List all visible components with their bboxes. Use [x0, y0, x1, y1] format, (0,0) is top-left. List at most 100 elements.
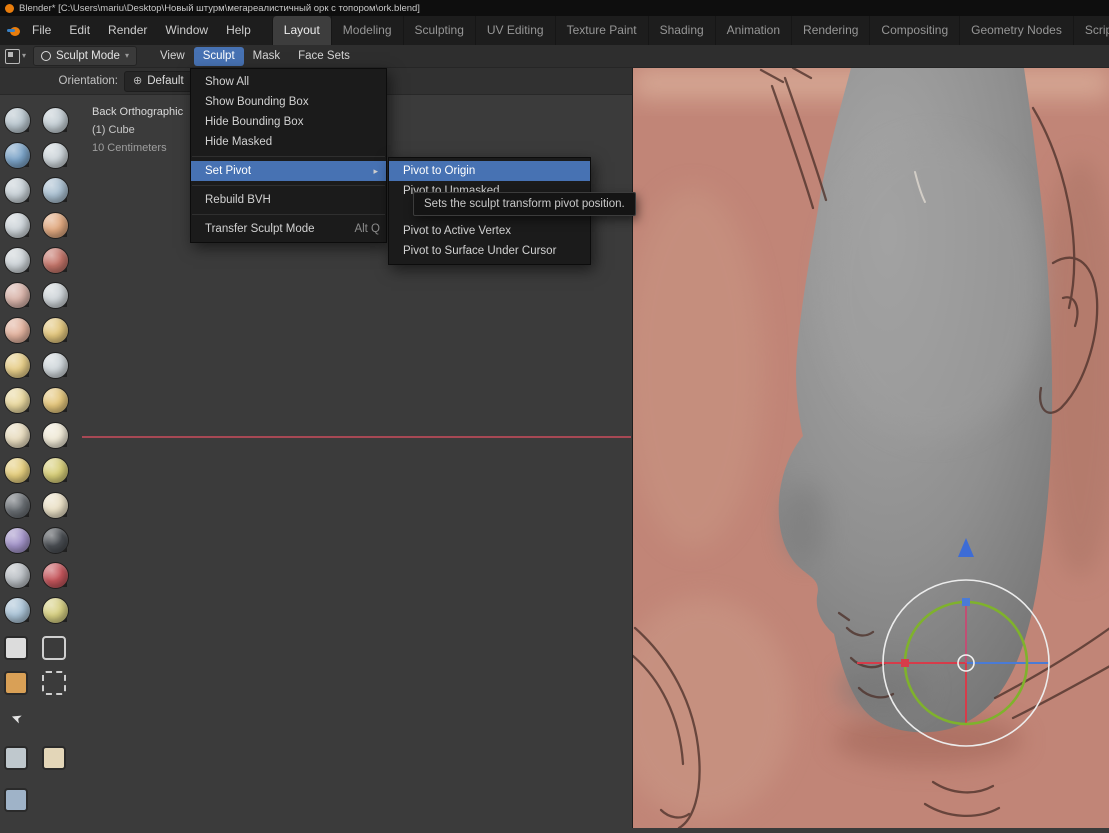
tool-slide-relax[interactable] [4, 492, 31, 519]
viewport-overlay-text: Back Orthographic (1) Cube 10 Centimeter… [92, 103, 183, 157]
submenu-item-pivot-to-origin[interactable]: Pivot to Origin [389, 161, 590, 181]
blender-logo-icon[interactable] [7, 23, 23, 39]
tool-draw-face-sets[interactable] [42, 562, 69, 589]
tool-mesh-filter[interactable] [4, 746, 28, 770]
tool-mask[interactable] [4, 562, 31, 589]
top-menu-bar: FileEditRenderWindowHelp LayoutModelingS… [0, 16, 1109, 45]
menu-item-transfer-sculpt-mode[interactable]: Transfer Sculpt ModeAlt Q [191, 219, 386, 239]
header-menu-mask[interactable]: Mask [244, 47, 289, 66]
sculpt-menu: Show All Show Bounding BoxHide Bounding B… [190, 68, 387, 243]
menu-item-show-bounding-box[interactable]: Show Bounding Box [191, 92, 386, 112]
tool-rotate[interactable] [42, 457, 69, 484]
tool-box-trim[interactable] [42, 671, 66, 695]
workspace-tab-sculpting[interactable]: Sculpting [403, 16, 475, 45]
tool-cloth-filter[interactable] [42, 746, 66, 770]
menu-item-show-all[interactable]: Show All [191, 72, 386, 92]
tool-crease[interactable] [4, 247, 31, 274]
menu-item-label: Set Pivot [205, 165, 251, 177]
workspace-tab-layout[interactable]: Layout [272, 16, 331, 45]
tool-inflate[interactable] [4, 212, 31, 239]
workspace-tab-shading[interactable]: Shading [648, 16, 715, 45]
header-menu-sculpt[interactable]: Sculpt [194, 47, 244, 66]
tool-multires-displacement-smear[interactable] [42, 597, 69, 624]
menubar-menu-render[interactable]: Render [99, 16, 156, 45]
menubar-menu-file[interactable]: File [23, 16, 60, 45]
tool-snake-hook[interactable] [42, 387, 69, 414]
tool-grab[interactable] [42, 352, 69, 379]
viewport-header-menus: ViewSculptMaskFace Sets [151, 47, 359, 66]
menu-item-hide-bounding-box[interactable]: Hide Bounding Box [191, 112, 386, 132]
chevron-down-icon: ▾ [22, 52, 26, 60]
tool-clay-strips[interactable] [42, 142, 69, 169]
view-name-label: Back Orthographic [92, 103, 183, 121]
menubar-menus: FileEditRenderWindowHelp [23, 16, 260, 45]
submenu-item-pivot-to-active-vertex[interactable]: Pivot to Active Vertex [389, 221, 590, 241]
tool-pinch[interactable] [4, 352, 31, 379]
workspace-tab-scripting[interactable]: Scripting [1073, 16, 1109, 45]
tool-elastic-deform[interactable] [4, 387, 31, 414]
tool-draw-sharp[interactable] [42, 107, 69, 134]
workspace-tab-compositing[interactable]: Compositing [869, 16, 959, 45]
menu-separator [192, 156, 385, 157]
menubar-menu-window[interactable]: Window [156, 16, 217, 45]
line-project-icon: ➤ [8, 709, 24, 728]
tool-color-filter[interactable] [4, 788, 28, 812]
workspace-tab-texture-paint[interactable]: Texture Paint [555, 16, 648, 45]
tool-thumb[interactable] [4, 422, 31, 449]
tool-cloth[interactable] [4, 527, 31, 554]
tool-multires-displacement-eraser[interactable] [4, 597, 31, 624]
tool-clay[interactable] [4, 142, 31, 169]
workspace-tab-uv-editing[interactable]: UV Editing [475, 16, 555, 45]
gizmo-blue-handle[interactable] [962, 598, 970, 606]
tool-layer[interactable] [42, 177, 69, 204]
gizmo-red-handle[interactable] [901, 659, 909, 667]
mode-dropdown[interactable]: Sculpt Mode ▾ [33, 46, 137, 66]
tool-draw[interactable] [4, 107, 31, 134]
tool-fill[interactable] [42, 282, 69, 309]
tool-simplify[interactable] [42, 527, 69, 554]
menu-item-label: Pivot to Surface Under Cursor [403, 245, 556, 257]
menu-item-set-pivot[interactable]: Set Pivot▸ [191, 161, 386, 181]
chevron-down-icon: ▾ [125, 52, 129, 60]
tooltip: Sets the sculpt transform pivot position… [413, 192, 636, 216]
menu-item-label: Show All [205, 76, 249, 88]
header-menu-view[interactable]: View [151, 47, 194, 66]
workspace-tab-modeling[interactable]: Modeling [331, 16, 403, 45]
tool-box-hide[interactable] [42, 636, 66, 660]
tool-smooth[interactable] [42, 247, 69, 274]
mode-dropdown-label: Sculpt Mode [56, 50, 120, 62]
sculpt-toolbar: ➤ [0, 95, 76, 828]
x-axis-line [82, 436, 631, 438]
menu-item-label: Pivot to Origin [403, 165, 475, 177]
editor-type-button[interactable]: ▾ [5, 49, 26, 64]
tool-boundary[interactable] [42, 492, 69, 519]
image-editor[interactable] [632, 45, 1109, 828]
tool-clay-thumb[interactable] [4, 177, 31, 204]
tool-nudge[interactable] [4, 457, 31, 484]
orientation-value: Default [147, 75, 183, 87]
workspace-tab-animation[interactable]: Animation [715, 16, 791, 45]
window-title: Blender* [C:\Users\mariu\Desktop\Новый ш… [19, 3, 420, 14]
orientation-dropdown[interactable]: ⊕ Default [124, 71, 193, 92]
submenu-item-pivot-to-surface-under-cursor[interactable]: Pivot to Surface Under Cursor [389, 241, 590, 261]
tool-multiplane-scrape[interactable] [42, 317, 69, 344]
scale-label: 10 Centimeters [92, 139, 183, 157]
menubar-menu-help[interactable]: Help [217, 16, 260, 45]
menubar-menu-edit[interactable]: Edit [60, 16, 99, 45]
menu-separator [192, 185, 385, 186]
tool-pose[interactable] [42, 422, 69, 449]
menu-item-rebuild-bvh[interactable]: Rebuild BVH [191, 190, 386, 210]
tool-flatten[interactable] [4, 282, 31, 309]
tool-box-face-set[interactable] [4, 671, 28, 695]
tool-box-mask[interactable] [4, 636, 28, 660]
reference-image-canvas[interactable] [633, 68, 1109, 828]
workspace-tab-rendering[interactable]: Rendering [791, 16, 869, 45]
tool-scrape[interactable] [4, 317, 31, 344]
title-bar: Blender* [C:\Users\mariu\Desktop\Новый ш… [0, 0, 1109, 16]
menu-item-label: Hide Masked [205, 136, 272, 148]
tool-blob[interactable] [42, 212, 69, 239]
header-menu-face-sets[interactable]: Face Sets [289, 47, 359, 66]
menu-item-hide-masked[interactable]: Hide Masked [191, 132, 386, 152]
tool-line-project[interactable]: ➤ [4, 706, 28, 730]
workspace-tab-geometry-nodes[interactable]: Geometry Nodes [959, 16, 1073, 45]
